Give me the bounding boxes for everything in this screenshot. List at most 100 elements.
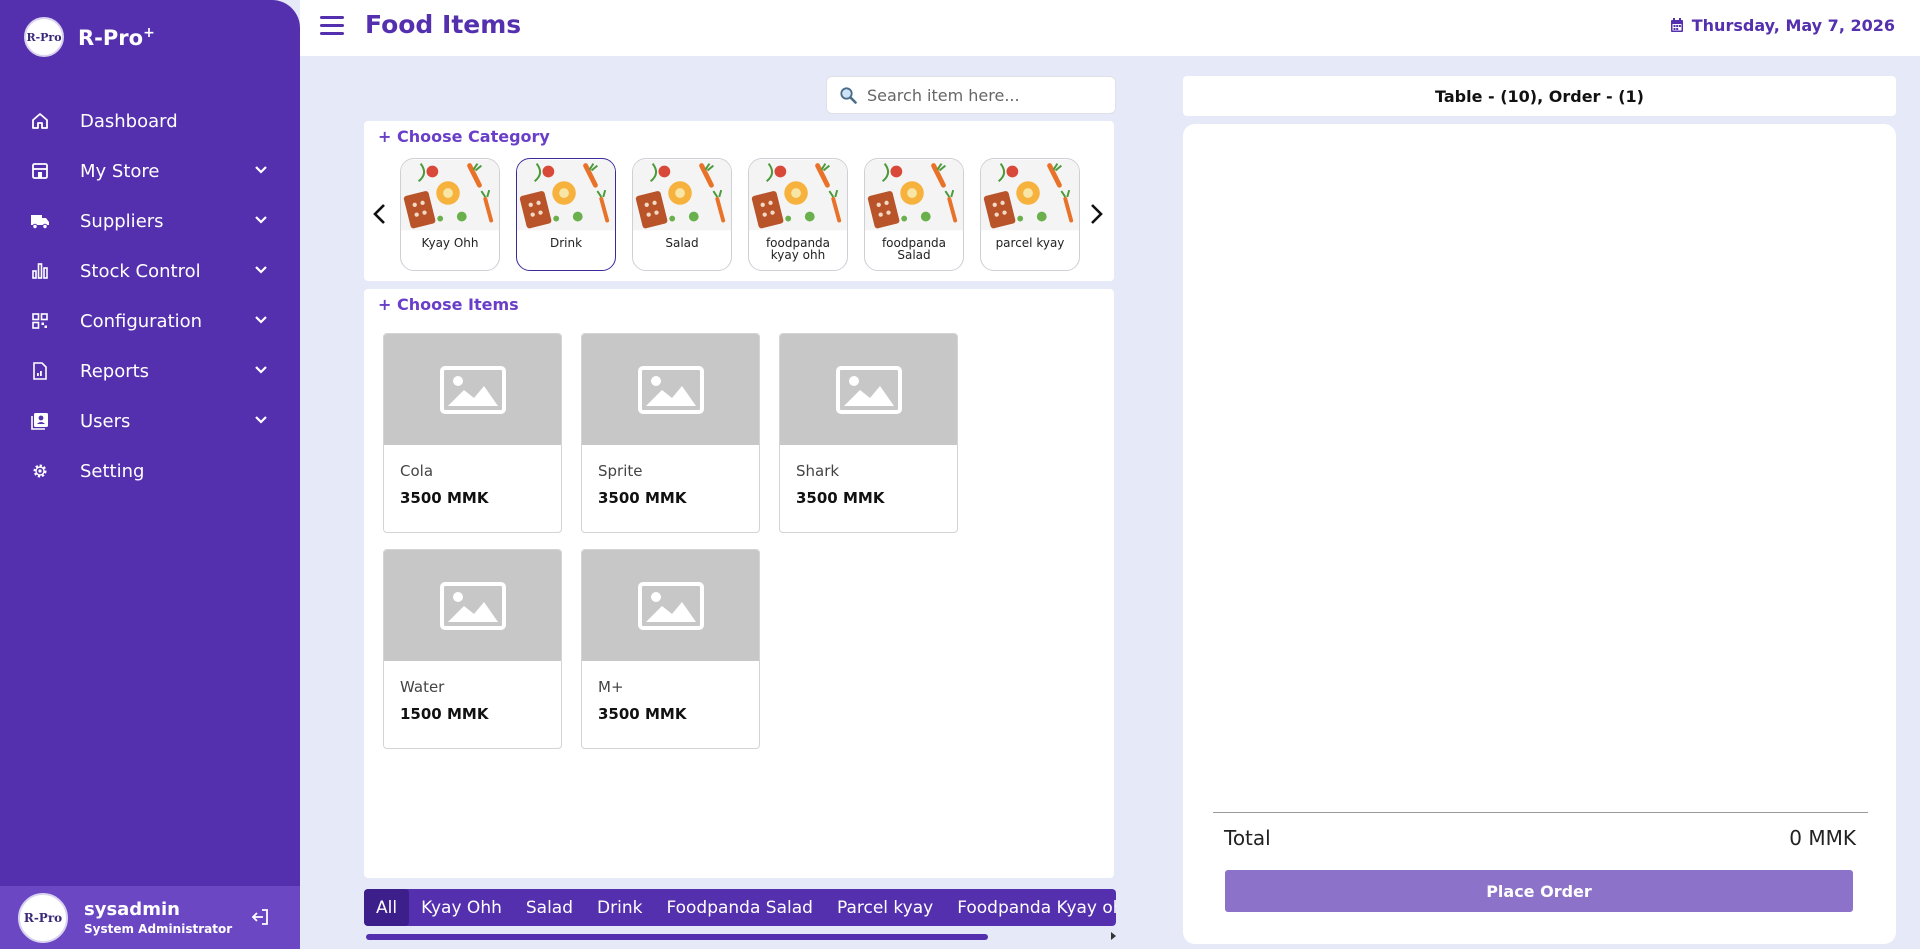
search-input[interactable] (867, 85, 1097, 105)
brand-logo: R-Pro (24, 17, 64, 57)
chevron-down-icon (255, 366, 267, 374)
item-card[interactable]: Sprite 3500 MMK (581, 333, 760, 533)
category-card[interactable]: Salad (632, 158, 732, 271)
sidebar-item-suppliers[interactable]: Suppliers (0, 196, 300, 246)
item-image (582, 550, 759, 661)
item-name: M+ (598, 678, 624, 696)
menu-toggle-icon[interactable] (320, 16, 344, 36)
user-profile: R-Pro sysadmin System Administrator (0, 886, 300, 949)
chevron-right-icon[interactable] (1088, 203, 1104, 225)
food-image (865, 159, 963, 231)
user-role: System Administrator (84, 922, 233, 936)
items-panel: + Choose Items Cola 3500 MMK Sprite 3500 MM… (364, 289, 1114, 878)
truck-icon (30, 211, 50, 231)
item-image (582, 334, 759, 445)
category-label: foodpanda kyay ohh (765, 236, 831, 262)
calendar-icon (1670, 18, 1683, 32)
item-card[interactable]: Cola 3500 MMK (383, 333, 562, 533)
sidebar-item-label: Setting (80, 460, 145, 482)
food-image (749, 159, 847, 231)
tabs-scrollbar[interactable] (364, 931, 1116, 941)
date-display: Thursday, May 7, 2026 (1670, 16, 1895, 35)
sidebar-item-label: Users (80, 410, 131, 432)
item-name: Sprite (598, 462, 643, 480)
image-placeholder-icon (637, 581, 704, 630)
date-text: Thursday, May 7, 2026 (1691, 16, 1895, 35)
category-label: Drink (549, 236, 583, 250)
item-image (384, 334, 561, 445)
user-name: sysadmin (84, 899, 180, 920)
category-panel: + Choose Category Kyay Ohh Drink Salad food… (364, 121, 1114, 281)
sidebar-item-stock-control[interactable]: Stock Control (0, 246, 300, 296)
avatar: R-Pro (18, 892, 68, 943)
sidebar-item-configuration[interactable]: Configuration (0, 296, 300, 346)
item-card[interactable]: Water 1500 MMK (383, 549, 562, 749)
tab-salad[interactable]: Salad (514, 889, 585, 926)
order-header: Table - (10), Order - (1) (1183, 76, 1896, 116)
category-card[interactable]: parcel kyay (980, 158, 1080, 271)
brand[interactable]: R-Pro R-Pro+ (24, 17, 155, 57)
category-card[interactable]: foodpanda Salad (864, 158, 964, 271)
image-placeholder-icon (637, 365, 704, 414)
tab-foodpanda-salad[interactable]: Foodpanda Salad (654, 889, 825, 926)
food-image (633, 159, 731, 231)
food-image (981, 159, 1079, 231)
bar-chart-icon (30, 261, 50, 281)
sidebar-item-label: Stock Control (80, 260, 201, 282)
item-card[interactable]: Shark 3500 MMK (779, 333, 958, 533)
chevron-down-icon (255, 416, 267, 424)
tab-foodpanda-kyay-ohh[interactable]: Foodpanda Kyay ohh (945, 889, 1116, 926)
item-price: 1500 MMK (400, 705, 489, 723)
place-order-button[interactable]: Place Order (1225, 870, 1853, 912)
sidebar-item-users[interactable]: Users (0, 396, 300, 446)
tab-parcel-kyay[interactable]: Parcel kyay (825, 889, 945, 926)
sidebar-item-my-store[interactable]: My Store (0, 146, 300, 196)
user-card-icon (30, 411, 50, 431)
chevron-left-icon[interactable] (372, 203, 388, 225)
image-placeholder-icon (835, 365, 902, 414)
sidebar-item-label: Dashboard (80, 110, 178, 132)
item-price: 3500 MMK (400, 489, 489, 507)
category-label: parcel kyay (995, 236, 1065, 250)
item-name: Shark (796, 462, 840, 480)
category-label: Salad (665, 236, 699, 250)
choose-category-link[interactable]: + Choose Category (378, 127, 550, 146)
search-icon (840, 87, 857, 104)
sidebar-item-label: Suppliers (80, 210, 164, 232)
grid-qr-icon (30, 311, 50, 331)
scroll-right-arrow-icon[interactable] (1111, 932, 1116, 940)
sidebar-item-label: My Store (80, 160, 160, 182)
sidebar-item-setting[interactable]: Setting (0, 446, 300, 496)
user-info: sysadmin System Administrator (84, 899, 232, 936)
sidebar: R-Pro R-Pro+ Dashboard My Store Supplier… (0, 0, 300, 949)
top-header: Food Items Thursday, May 7, 2026 (300, 0, 1920, 56)
logout-icon[interactable] (250, 907, 270, 927)
sidebar-nav: Dashboard My Store Suppliers Stock Contr… (0, 96, 300, 496)
category-card[interactable]: Kyay Ohh (400, 158, 500, 271)
chevron-down-icon (255, 166, 267, 174)
item-card[interactable]: M+ 3500 MMK (581, 549, 760, 749)
sidebar-item-dashboard[interactable]: Dashboard (0, 96, 300, 146)
tab-drink[interactable]: Drink (585, 889, 654, 926)
total-value: 0 MMK (1789, 826, 1856, 850)
gear-icon (30, 461, 50, 481)
item-price: 3500 MMK (796, 489, 885, 507)
scrollbar-thumb[interactable] (366, 934, 988, 940)
category-card[interactable]: foodpanda kyay ohh (748, 158, 848, 271)
sidebar-item-label: Reports (80, 360, 150, 382)
item-name: Water (400, 678, 445, 696)
home-icon (30, 111, 50, 131)
chevron-down-icon (255, 216, 267, 224)
sidebar-item-label: Configuration (80, 310, 203, 332)
choose-items-link[interactable]: + Choose Items (378, 295, 519, 314)
item-image (384, 550, 561, 661)
image-placeholder-icon (439, 365, 506, 414)
tab-all[interactable]: All (364, 889, 410, 926)
chevron-down-icon (255, 266, 267, 274)
sidebar-item-reports[interactable]: Reports (0, 346, 300, 396)
brand-name: R-Pro+ (78, 24, 155, 50)
tab-kyay-ohh[interactable]: Kyay Ohh (409, 889, 514, 926)
item-image (780, 334, 957, 445)
category-card[interactable]: Drink (516, 158, 616, 271)
food-image (401, 159, 499, 231)
